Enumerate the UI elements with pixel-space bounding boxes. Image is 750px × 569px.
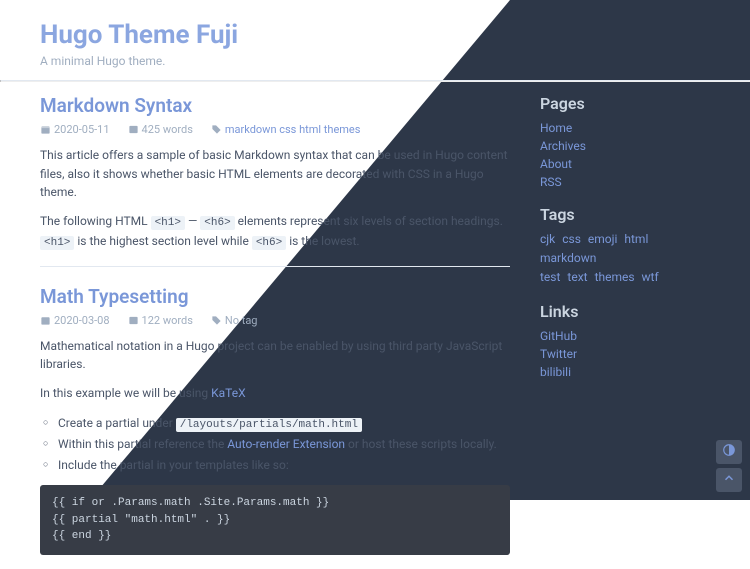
post-words: 425 words: [142, 123, 193, 136]
post-tags-link[interactable]: markdown css html themes: [225, 123, 361, 136]
words-icon: [128, 124, 139, 135]
tag-link[interactable]: html: [624, 232, 648, 246]
sidebar-links: Links GitHub Twitter bilibili: [540, 302, 710, 381]
tag-link[interactable]: test: [540, 270, 560, 284]
site-header: Hugo Theme Fuji A minimal Hugo theme.: [0, 0, 750, 80]
tag-link[interactable]: cjk: [540, 232, 555, 246]
sidebar-link-bilibili[interactable]: bilibili: [540, 365, 571, 379]
post-meta: 2020-03-08 122 words No tag: [40, 314, 510, 327]
tag-icon: [211, 124, 222, 135]
post-body: Mathematical notation in a Hugo project …: [40, 337, 510, 555]
scroll-top-button[interactable]: [716, 468, 742, 492]
calendar-icon: [40, 124, 51, 135]
post-no-tag: No tag: [225, 314, 258, 327]
code-block: {{ if or .Params.math .Site.Params.math …: [40, 485, 510, 555]
code-inline: <h6>: [252, 236, 286, 250]
list-item: Within this partial reference the Auto-r…: [58, 434, 510, 454]
tag-icon: [211, 315, 222, 326]
sidebar-link-home[interactable]: Home: [540, 121, 572, 135]
post: Math Typesetting 2020-03-08 122 words No…: [40, 285, 510, 555]
tag-link[interactable]: themes: [595, 270, 635, 284]
list-item: Include the partial in your templates li…: [58, 455, 510, 475]
tag-link[interactable]: markdown: [540, 251, 596, 265]
sidebar-link-rss[interactable]: RSS: [540, 175, 562, 189]
post-list: Create a partial under /layouts/partials…: [40, 413, 510, 475]
tag-link[interactable]: css: [562, 232, 581, 246]
post-paragraph: Mathematical notation in a Hugo project …: [40, 337, 510, 374]
sidebar: Pages Home Archives About RSS Tags cjk c…: [540, 82, 710, 569]
code-inline: <h6>: [200, 216, 234, 230]
code-inline: /layouts/partials/math.html: [176, 418, 362, 432]
code-inline: <h1>: [151, 216, 185, 230]
tag-link[interactable]: wtf: [642, 270, 659, 284]
sidebar-section-title: Links: [540, 302, 710, 321]
contrast-icon: [722, 443, 736, 461]
sidebar-tags: Tags cjk css emoji html markdown test te…: [540, 205, 710, 288]
site-subtitle: A minimal Hugo theme.: [40, 54, 710, 68]
post-paragraph: In this example we will be using KaTeX: [40, 384, 510, 403]
katex-link[interactable]: KaTeX: [211, 386, 246, 400]
post-paragraph: The following HTML <h1> — <h6> elements …: [40, 212, 510, 252]
autorender-link[interactable]: Auto-render Extension: [227, 437, 345, 451]
post-meta: 2020-05-11 425 words markdown css html t…: [40, 123, 510, 136]
list-item: Create a partial under /layouts/partials…: [58, 413, 510, 435]
sidebar-link-github[interactable]: GitHub: [540, 329, 577, 343]
post-date: 2020-03-08: [54, 314, 110, 327]
site-title[interactable]: Hugo Theme Fuji: [40, 20, 710, 50]
code-inline: <h1>: [40, 236, 74, 250]
post-body: This article offers a sample of basic Ma…: [40, 146, 510, 252]
main-content: Markdown Syntax 2020-05-11 425 words mar…: [40, 82, 540, 569]
theme-toggle-button[interactable]: [716, 440, 742, 464]
post-title[interactable]: Math Typesetting: [40, 285, 510, 308]
tag-link[interactable]: emoji: [588, 232, 618, 246]
sidebar-link-archives[interactable]: Archives: [540, 139, 586, 153]
sidebar-section-title: Tags: [540, 205, 710, 224]
sidebar-pages: Pages Home Archives About RSS: [540, 94, 710, 191]
post-paragraph: This article offers a sample of basic Ma…: [40, 146, 510, 202]
words-icon: [128, 315, 139, 326]
calendar-icon: [40, 315, 51, 326]
chevron-up-icon: [722, 471, 736, 489]
sidebar-section-title: Pages: [540, 94, 710, 113]
post-divider: [40, 266, 510, 267]
post-date: 2020-05-11: [54, 123, 110, 136]
post-title[interactable]: Markdown Syntax: [40, 94, 510, 117]
post-words: 122 words: [142, 314, 193, 327]
floating-buttons: [716, 440, 742, 492]
sidebar-link-twitter[interactable]: Twitter: [540, 347, 577, 361]
sidebar-link-about[interactable]: About: [540, 157, 572, 171]
post: Markdown Syntax 2020-05-11 425 words mar…: [40, 94, 510, 267]
tag-link[interactable]: text: [567, 270, 587, 284]
